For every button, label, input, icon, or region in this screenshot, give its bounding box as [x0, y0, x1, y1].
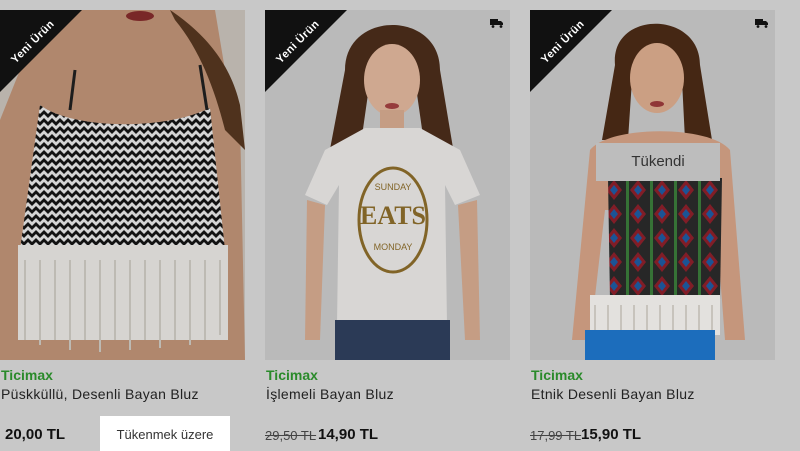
product-name-link[interactable]: Püskküllü, Desenli Bayan Bluz — [1, 386, 199, 402]
new-product-badge: Yeni Ürün — [0, 10, 82, 92]
new-product-badge-label: Yeni Ürün — [539, 18, 587, 66]
product-card[interactable]: Yeni Ürün Ticimax Püskküllü, Desenli Bay… — [0, 0, 245, 451]
product-price: 15,90 TL — [581, 426, 642, 443]
product-image[interactable]: Yeni Ürün — [0, 10, 245, 360]
low-stock-label: Tükenmek üzere — [100, 416, 230, 451]
product-price: 14,90 TL — [318, 426, 379, 443]
new-product-badge-label: Yeni Ürün — [9, 18, 57, 66]
product-image[interactable]: Yeni Ürün Tükendi — [530, 10, 775, 360]
product-brand-link[interactable]: Ticimax — [1, 367, 53, 383]
product-old-price: 29,50 TL — [265, 428, 317, 443]
product-name-link[interactable]: Etnik Desenli Bayan Bluz — [531, 386, 695, 402]
sold-out-label: Tükendi — [596, 143, 720, 181]
new-product-badge: Yeni Ürün — [265, 10, 347, 92]
truck-icon — [755, 19, 768, 28]
product-brand-link[interactable]: Ticimax — [266, 367, 318, 383]
product-brand-link[interactable]: Ticimax — [531, 367, 583, 383]
product-image[interactable]: SUNDAY EATS MONDAY Yeni Ürün — [265, 10, 510, 360]
product-old-price: 17,99 TL — [530, 428, 582, 443]
product-name-link[interactable]: İşlemeli Bayan Bluz — [266, 386, 394, 402]
new-product-badge-label: Yeni Ürün — [274, 18, 322, 66]
new-product-badge: Yeni Ürün — [530, 10, 612, 92]
product-card[interactable]: Yeni Ürün Tükendi Ticimax Etnik Desenli … — [530, 0, 775, 451]
truck-icon — [490, 19, 503, 28]
product-card[interactable]: SUNDAY EATS MONDAY Yeni Ürün Ticimax İşl… — [265, 0, 510, 451]
product-price: 20,00 TL — [5, 426, 66, 443]
